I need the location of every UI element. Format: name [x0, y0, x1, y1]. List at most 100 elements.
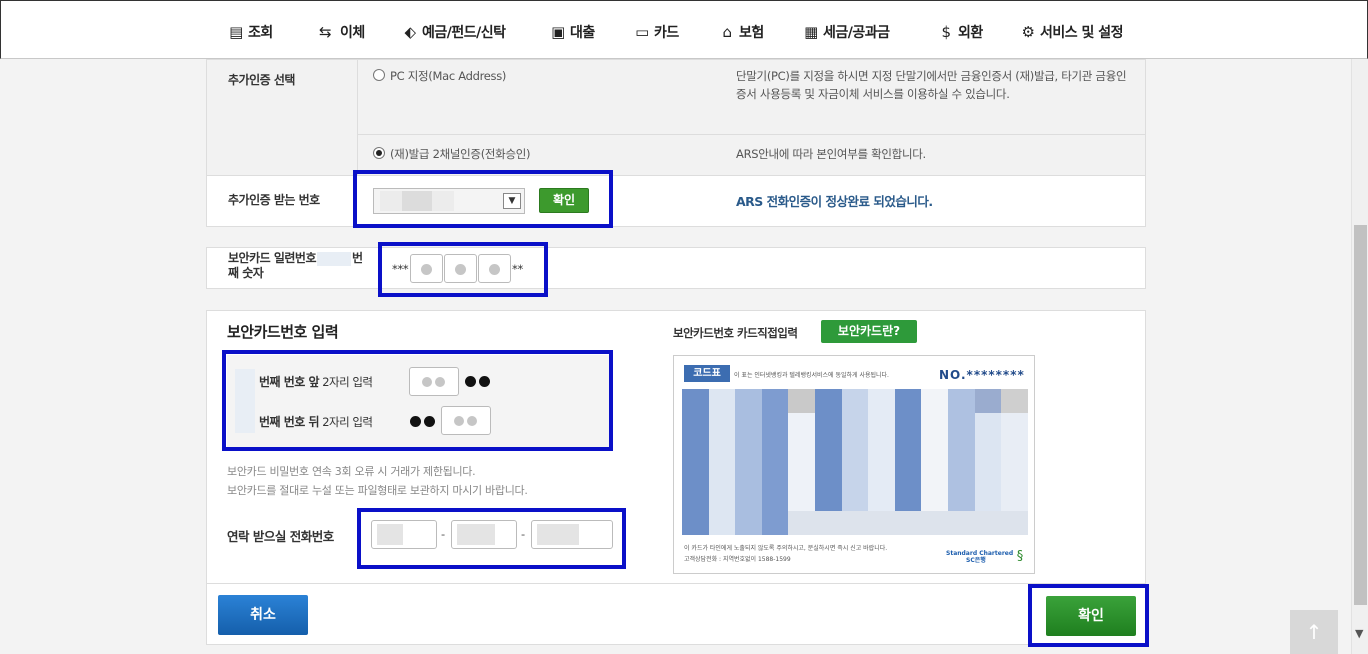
vertical-scrollbar[interactable]: ▼: [1351, 59, 1368, 654]
card-grid-column: [1001, 389, 1028, 535]
loan-icon: ▣: [551, 23, 565, 41]
option-phone-label: (재)발급 2채널인증(전화승인): [390, 147, 531, 161]
card-grid-cell: [841, 389, 869, 414]
card-grid-cell: [974, 389, 1002, 414]
divider: [207, 175, 1145, 176]
card-grid-cell: [815, 461, 842, 487]
card-code-grid: [682, 389, 1028, 535]
highlight-box: [1028, 584, 1149, 647]
card-grid-column: [761, 389, 789, 535]
highlight-box: [222, 350, 613, 451]
nav-item-loan[interactable]: ▣ 대출: [549, 20, 595, 44]
card-grid-cell: [948, 413, 975, 438]
deposit-icon: ⬖: [404, 23, 416, 41]
card-grid-cell: [708, 389, 736, 414]
card-grid-column: [682, 389, 709, 535]
card-grid-column: [974, 389, 1002, 535]
card-grid-cell: [735, 461, 762, 487]
nav-item-deposit[interactable]: ⬖ 예금/펀드/신탁: [401, 20, 506, 44]
card-grid-cell: [841, 461, 869, 487]
card-grid-cell: [1001, 461, 1028, 487]
transfer-icon: ⇆: [318, 23, 332, 41]
card-grid-cell: [894, 510, 922, 535]
nav-item-card[interactable]: ▭ 카드: [633, 20, 679, 44]
card-grid-column: [921, 389, 949, 535]
highlight-box: [378, 242, 548, 297]
card-grid-cell: [1001, 486, 1028, 511]
card-grid-cell: [708, 510, 736, 535]
nav-item-insurance[interactable]: ⌂ 보험: [718, 20, 764, 44]
nav-item-services[interactable]: ⚙ 서비스 및 설정: [1019, 20, 1124, 44]
option-phone-desc: ARS안내에 따라 본인여부를 확인합니다.: [736, 147, 926, 161]
nav-item-transfer[interactable]: ⇆ 이체: [313, 20, 365, 44]
card-number: NO.********: [939, 368, 1025, 382]
card-top-text: 이 표는 인터넷뱅킹과 텔레뱅킹서비스에 동일하게 사용됩니다.: [734, 372, 889, 379]
card-grid-cell: [788, 510, 816, 535]
highlight-box: [357, 508, 626, 569]
card-grid-cell: [974, 461, 1002, 487]
nav-item-forex[interactable]: $ 외환: [937, 20, 983, 44]
card-grid-column: [735, 389, 762, 535]
card-grid-cell: [788, 389, 816, 414]
security-card-serial-section: 보안카드 일련번호 번 째 숫자 *** **: [206, 247, 1146, 289]
what-is-security-card-button[interactable]: 보안카드란?: [821, 320, 917, 343]
card-grid-cell: [841, 510, 869, 535]
card-icon: ▭: [635, 23, 649, 41]
card-grid-cell: [841, 437, 869, 462]
card-grid-cell: [682, 510, 709, 535]
card-grid-cell: [921, 413, 949, 438]
card-grid-cell: [682, 413, 709, 438]
card-grid-cell: [708, 437, 736, 462]
radio-pc-designation[interactable]: [373, 69, 385, 81]
card-grid-cell: [735, 437, 762, 462]
card-grid-cell: [735, 510, 762, 535]
card-grid-cell: [841, 486, 869, 511]
chevron-down-icon[interactable]: ▼: [1355, 627, 1363, 640]
card-grid-cell: [894, 461, 922, 487]
card-direct-input-label: 보안카드번호 카드직접입력: [673, 326, 798, 340]
card-grid-cell: [921, 510, 949, 535]
scroll-to-top-button[interactable]: ↑: [1290, 610, 1338, 654]
divider: [357, 60, 358, 175]
card-grid-column: [868, 389, 895, 535]
card-grid-cell: [761, 389, 789, 414]
tax-icon: ▦: [804, 23, 818, 41]
gear-icon: ⚙: [1021, 23, 1035, 41]
house-icon: ⌂: [722, 23, 732, 41]
card-grid-cell: [868, 486, 895, 511]
card-grid-cell: [682, 389, 709, 414]
card-grid-cell: [815, 437, 842, 462]
card-grid-cell: [948, 510, 975, 535]
card-grid-cell: [761, 413, 789, 438]
card-grid-column: [708, 389, 736, 535]
card-grid-cell: [948, 389, 975, 414]
card-grid-cell: [708, 486, 736, 511]
nav-item-inquiry[interactable]: ▤ 조회: [227, 20, 273, 44]
card-grid-cell: [735, 486, 762, 511]
card-grid-cell: [761, 486, 789, 511]
card-grid-cell: [974, 437, 1002, 462]
card-grid-cell: [761, 510, 789, 535]
brand-logo: Standard Chartered SC은행: [946, 550, 1014, 564]
card-grid-cell: [788, 437, 816, 462]
card-grid-cell: [894, 389, 922, 414]
card-grid-cell: [921, 437, 949, 462]
card-grid-cell: [948, 437, 975, 462]
card-grid-column: [841, 389, 869, 535]
card-phone-text: 고객상담전화 : 지역번호없이 1588-1599: [684, 556, 791, 563]
dollar-icon: $: [941, 23, 951, 41]
divider: [207, 583, 1145, 584]
card-grid-cell: [735, 389, 762, 414]
card-grid-cell: [682, 437, 709, 462]
scroll-thumb[interactable]: [1354, 225, 1367, 605]
ars-status-message: ARS 전화인증이 정상완료 되었습니다.: [736, 194, 933, 209]
card-grid-column: [788, 389, 816, 535]
warning-text: 보안카드를 절대로 누설 또는 파일형태로 보관하지 마시기 바랍니다.: [227, 484, 528, 497]
card-grid-column: [894, 389, 922, 535]
card-bottom-text: 이 카드가 타인에게 노출되지 않도록 주의하시고, 분실하시면 즉시 신고 바…: [684, 545, 888, 552]
card-grid-cell: [841, 413, 869, 438]
card-grid-cell: [894, 413, 922, 438]
nav-item-tax[interactable]: ▦ 세금/공과금: [802, 20, 890, 44]
cancel-button[interactable]: 취소: [218, 595, 308, 635]
radio-phone-auth[interactable]: [373, 147, 385, 159]
